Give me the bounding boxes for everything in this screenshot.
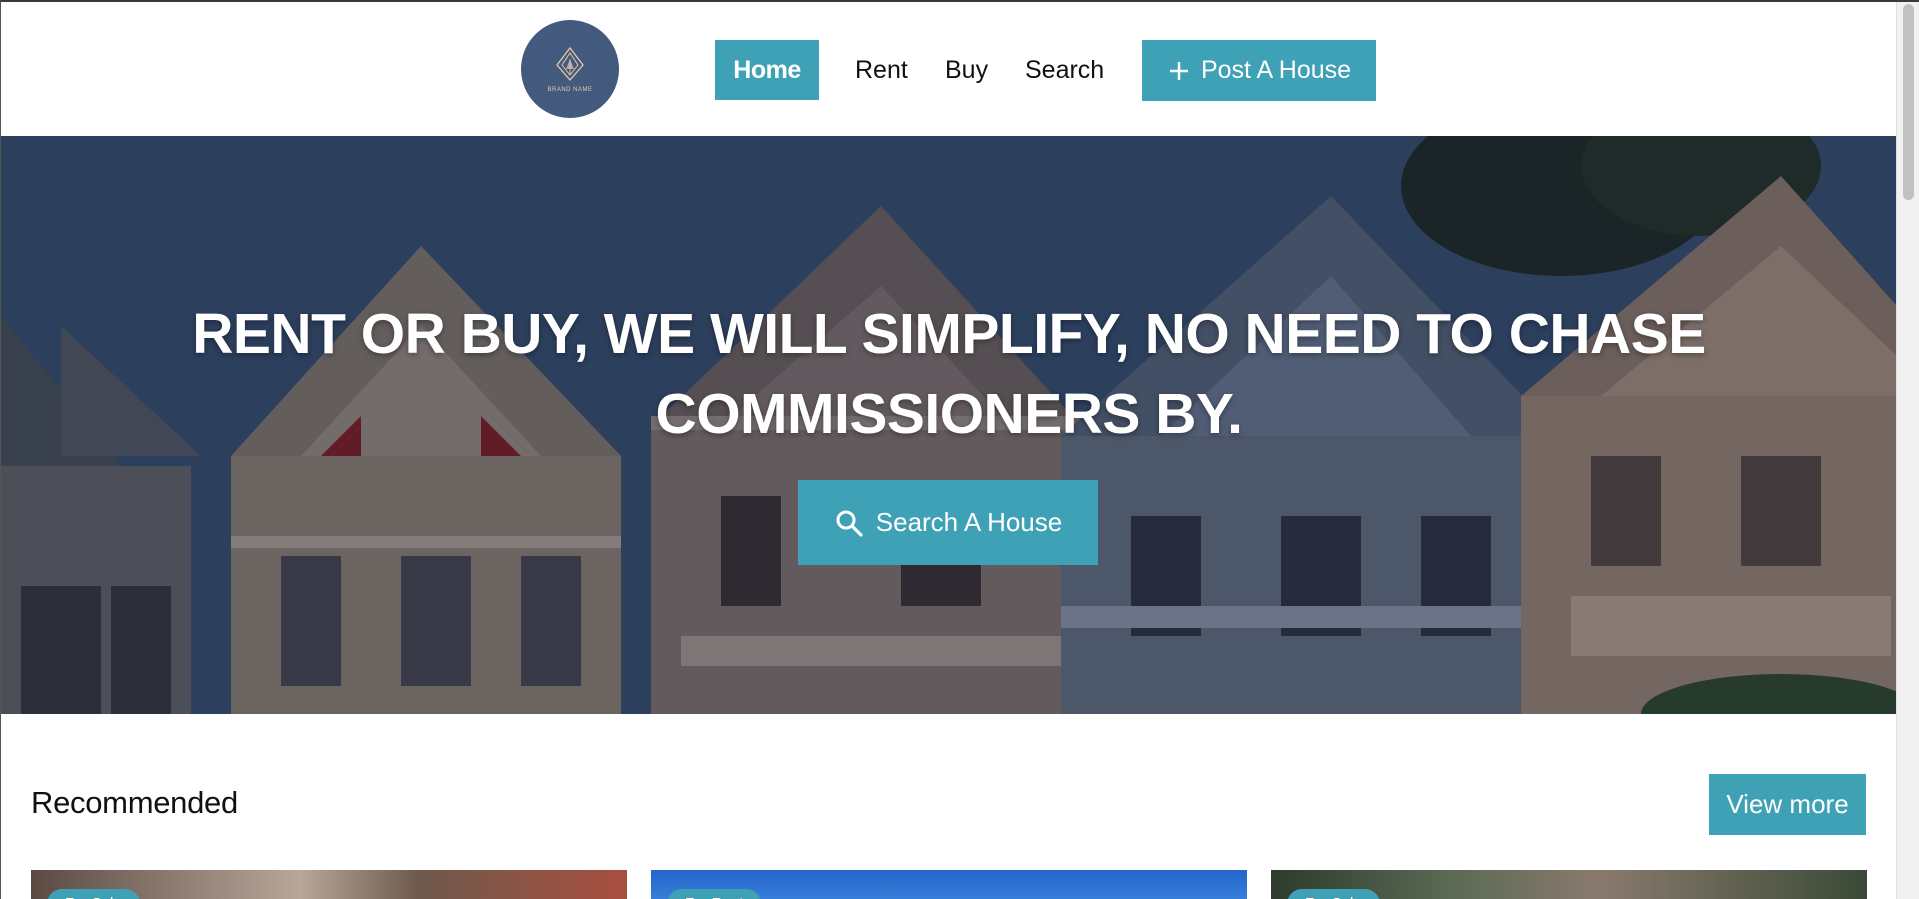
property-badge: For Rent — [667, 889, 762, 899]
property-card[interactable]: For Sale — [1271, 870, 1867, 899]
property-card[interactable]: For Sale — [31, 870, 627, 899]
hero-banner: RENT OR BUY, WE WILL SIMPLIFY, NO NEED T… — [1, 136, 1897, 714]
property-badge: For Sale — [47, 889, 140, 899]
diamond-logo-icon — [556, 46, 584, 81]
property-card[interactable]: For Rent — [651, 870, 1247, 899]
search-house-button[interactable]: Search A House — [798, 480, 1098, 565]
recommended-heading: Recommended — [31, 785, 238, 820]
view-more-button[interactable]: View more — [1709, 774, 1866, 835]
search-house-label: Search A House — [875, 507, 1063, 537]
plus-icon — [1169, 61, 1188, 80]
brand-logo[interactable]: BRAND NAME — [521, 20, 619, 118]
post-house-label: Post A House — [1200, 56, 1352, 84]
page-scrollbar[interactable] — [1896, 2, 1919, 899]
page: BRAND NAME Home Rent Buy Search Post A H… — [0, 0, 1919, 899]
nav-home[interactable]: Home — [715, 40, 819, 100]
site-header: BRAND NAME Home Rent Buy Search Post A H… — [1, 2, 1897, 136]
search-icon — [836, 510, 863, 537]
hero-title: RENT OR BUY, WE WILL SIMPLIFY, NO NEED T… — [192, 302, 1706, 446]
post-house-button[interactable]: Post A House — [1142, 40, 1376, 101]
nav-search[interactable]: Search — [1025, 40, 1104, 100]
logo-text: BRAND NAME — [547, 87, 593, 93]
scrollbar-thumb[interactable] — [1903, 4, 1914, 200]
nav-buy[interactable]: Buy — [945, 40, 988, 100]
nav-rent[interactable]: Rent — [855, 40, 908, 100]
property-badge: For Sale — [1287, 889, 1380, 899]
